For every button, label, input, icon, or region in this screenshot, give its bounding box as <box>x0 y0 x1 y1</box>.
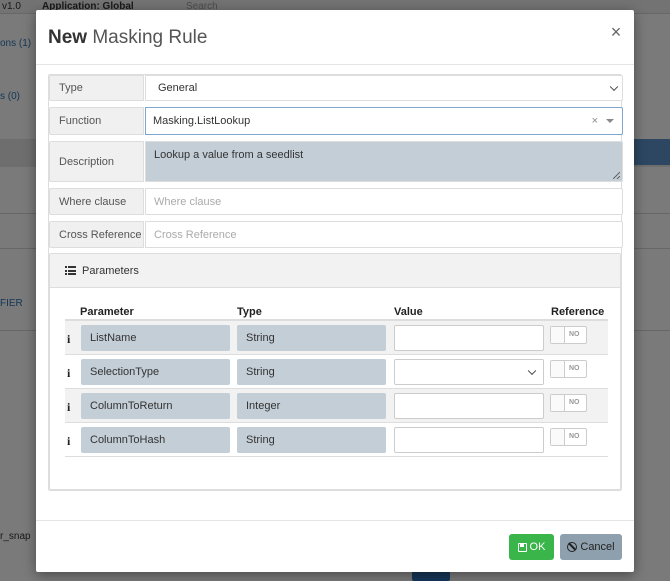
parameter-value-input[interactable] <box>394 393 544 419</box>
crossref-placeholder: Cross Reference <box>154 228 237 241</box>
dialog-header: New Masking Rule × <box>36 10 634 65</box>
col-reference: Reference <box>551 306 605 318</box>
description-value: Lookup a value from a seedlist <box>154 149 304 161</box>
crossref-row: Cross Reference Cross Reference <box>49 221 623 248</box>
reference-toggle[interactable]: NO <box>550 428 587 446</box>
masking-rule-dialog: New Masking Rule × Type General Function… <box>36 10 634 572</box>
ok-label: OK <box>529 541 546 553</box>
toggle-knob <box>551 429 565 445</box>
table-row: i ListName String NO <box>65 321 608 355</box>
toggle-knob <box>551 327 565 343</box>
parameter-name: SelectionType <box>81 359 230 385</box>
table-row: i ColumnToHash String NO <box>65 423 608 457</box>
parameter-type: String <box>237 359 386 385</box>
parameter-type: String <box>237 325 386 351</box>
cancel-label: Cancel <box>580 541 615 553</box>
dialog-title: New Masking Rule <box>48 27 207 49</box>
info-icon[interactable]: i <box>67 434 70 449</box>
form-panel: Type General Function Masking.ListLookup… <box>48 74 623 491</box>
function-select[interactable]: Masking.ListLookup × <box>145 107 623 135</box>
type-select[interactable]: General <box>145 75 623 101</box>
info-icon[interactable]: i <box>67 332 70 347</box>
description-label: Description <box>49 141 144 182</box>
toggle-label: NO <box>569 365 580 372</box>
function-row: Function Masking.ListLookup × <box>49 107 623 135</box>
where-clause-input[interactable]: Where clause <box>145 188 623 215</box>
description-row: Description Lookup a value from a seedli… <box>49 141 623 182</box>
where-row: Where clause Where clause <box>49 188 623 215</box>
toggle-knob <box>551 361 565 377</box>
clear-icon[interactable]: × <box>592 115 598 127</box>
crossref-label: Cross Reference <box>49 221 144 248</box>
col-parameter: Parameter <box>80 306 134 318</box>
where-label: Where clause <box>49 188 144 215</box>
parameters-header: Parameters <box>50 254 620 288</box>
toggle-knob <box>551 395 565 411</box>
chevron-down-icon <box>527 366 537 376</box>
function-label: Function <box>49 107 144 135</box>
parameter-value-input[interactable] <box>394 427 544 453</box>
info-icon[interactable]: i <box>67 366 70 381</box>
parameter-value-select[interactable] <box>394 359 544 385</box>
cancel-button[interactable]: Cancel <box>560 534 622 560</box>
ban-icon <box>567 542 578 552</box>
toggle-label: NO <box>569 331 580 338</box>
reference-toggle[interactable]: NO <box>550 394 587 412</box>
type-value: General <box>158 82 198 94</box>
function-value: Masking.ListLookup <box>153 115 251 127</box>
reference-toggle[interactable]: NO <box>550 326 587 344</box>
reference-toggle[interactable]: NO <box>550 360 587 378</box>
caret-down-icon[interactable] <box>606 119 614 123</box>
title-strong: New <box>48 27 88 48</box>
where-placeholder: Where clause <box>154 195 222 208</box>
table-header: Parameter Type Value Reference <box>65 302 608 321</box>
resize-handle-icon[interactable] <box>613 172 620 179</box>
table-row: i SelectionType String NO <box>65 355 608 389</box>
dialog-footer: OK Cancel <box>36 520 634 572</box>
close-icon[interactable]: × <box>607 22 625 42</box>
toggle-label: NO <box>569 433 580 440</box>
col-type: Type <box>237 306 262 318</box>
parameter-name: ListName <box>81 325 230 351</box>
parameter-name: ColumnToReturn <box>81 393 230 419</box>
info-icon[interactable]: i <box>67 400 70 415</box>
type-label: Type <box>49 75 144 101</box>
list-icon <box>65 266 76 275</box>
parameter-name: ColumnToHash <box>81 427 230 453</box>
title-rest: Masking Rule <box>92 27 208 48</box>
parameter-value-input[interactable] <box>394 325 544 351</box>
save-icon <box>517 542 527 552</box>
parameter-type: String <box>237 427 386 453</box>
parameter-type: Integer <box>237 393 386 419</box>
parameters-panel: Parameters Parameter Type Value Referenc… <box>49 253 621 490</box>
cross-reference-input[interactable]: Cross Reference <box>145 221 623 248</box>
ok-button[interactable]: OK <box>509 534 554 560</box>
table-row: i ColumnToReturn Integer NO <box>65 389 608 423</box>
description-textarea[interactable]: Lookup a value from a seedlist <box>145 141 623 182</box>
parameters-table: Parameter Type Value Reference i ListNam… <box>65 302 608 457</box>
chevron-down-icon <box>609 82 619 92</box>
col-value: Value <box>394 306 423 318</box>
parameters-title: Parameters <box>82 264 139 277</box>
toggle-label: NO <box>569 399 580 406</box>
type-row: Type General <box>49 75 623 101</box>
